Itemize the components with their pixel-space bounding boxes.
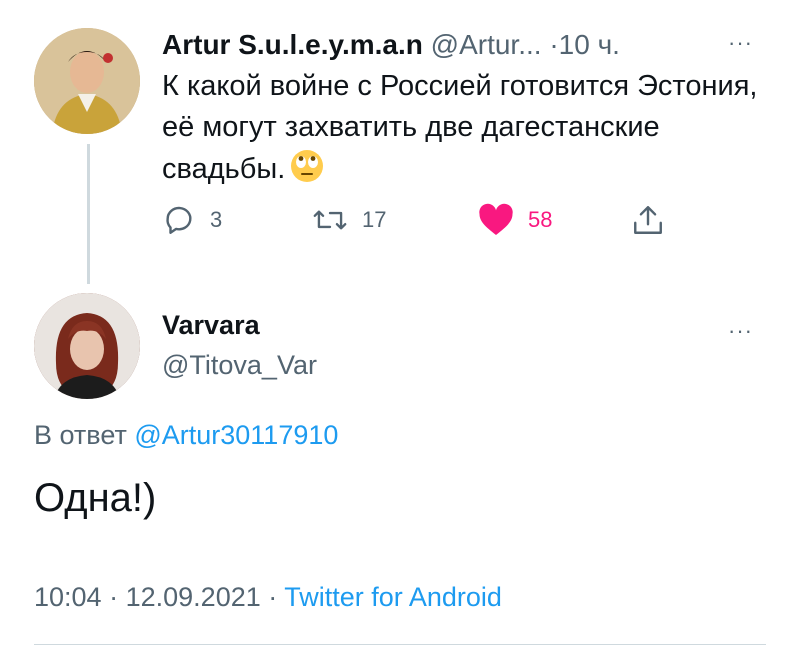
- parent-avatar[interactable]: [34, 28, 140, 134]
- parent-tweet[interactable]: Artur S.u.l.e.y.m.a.n @Artur... ·10 ч. ·…: [0, 0, 800, 290]
- reply-button[interactable]: 3: [162, 202, 222, 238]
- parent-timestamp[interactable]: 10 ч.: [559, 29, 620, 60]
- tweet-source-link[interactable]: Twitter for Android: [284, 582, 502, 612]
- share-icon: [634, 206, 662, 234]
- reply-avatar[interactable]: [34, 293, 140, 399]
- parent-tweet-body: К какой войне с Россией готовится Эстони…: [162, 70, 758, 185]
- reply-author-name[interactable]: Varvara: [162, 310, 260, 341]
- reply-avatar-image: [34, 293, 140, 399]
- tweet-meta: 10:04 · 12.09.2021 · Twitter for Android: [34, 582, 502, 613]
- divider: [34, 644, 766, 645]
- tweet-time[interactable]: 10:04: [34, 582, 102, 612]
- in-reply-to: В ответ @Artur30117910: [34, 420, 338, 451]
- retweet-icon: [313, 210, 347, 230]
- header-separator: ·: [549, 29, 559, 60]
- parent-header: Artur S.u.l.e.y.m.a.n @Artur... ·10 ч.: [162, 28, 620, 62]
- like-count: 58: [528, 207, 553, 232]
- retweet-button[interactable]: 17: [312, 202, 386, 238]
- thread-line: [87, 144, 90, 284]
- parent-more-icon[interactable]: ···: [728, 30, 753, 56]
- reply-count: 3: [210, 207, 223, 232]
- parent-author-handle[interactable]: @Artur...: [431, 29, 542, 60]
- in-reply-mention-link[interactable]: @Artur30117910: [134, 420, 338, 450]
- meta-separator-2: ·: [268, 582, 278, 612]
- parent-avatar-image: [34, 28, 140, 134]
- heart-icon: [479, 203, 513, 235]
- parent-author-name[interactable]: Artur S.u.l.e.y.m.a.n: [162, 29, 423, 60]
- tweet-date[interactable]: 12.09.2021: [126, 582, 261, 612]
- face-with-rolling-eyes-icon: [289, 148, 325, 184]
- reply-icon: [166, 206, 192, 234]
- reply-author-handle[interactable]: @Titova_Var: [162, 350, 317, 381]
- parent-tweet-text: К какой войне с Россией готовится Эстони…: [162, 66, 762, 190]
- reply-tweet-text: Одна!): [34, 476, 157, 520]
- parent-actions: 3 17 58: [162, 202, 682, 238]
- meta-separator-1: ·: [109, 582, 119, 612]
- in-reply-prefix: В ответ: [34, 420, 127, 450]
- share-button[interactable]: [632, 202, 664, 238]
- retweet-count: 17: [362, 207, 387, 232]
- reply-more-icon[interactable]: ···: [728, 318, 753, 344]
- like-button[interactable]: 58: [478, 202, 552, 238]
